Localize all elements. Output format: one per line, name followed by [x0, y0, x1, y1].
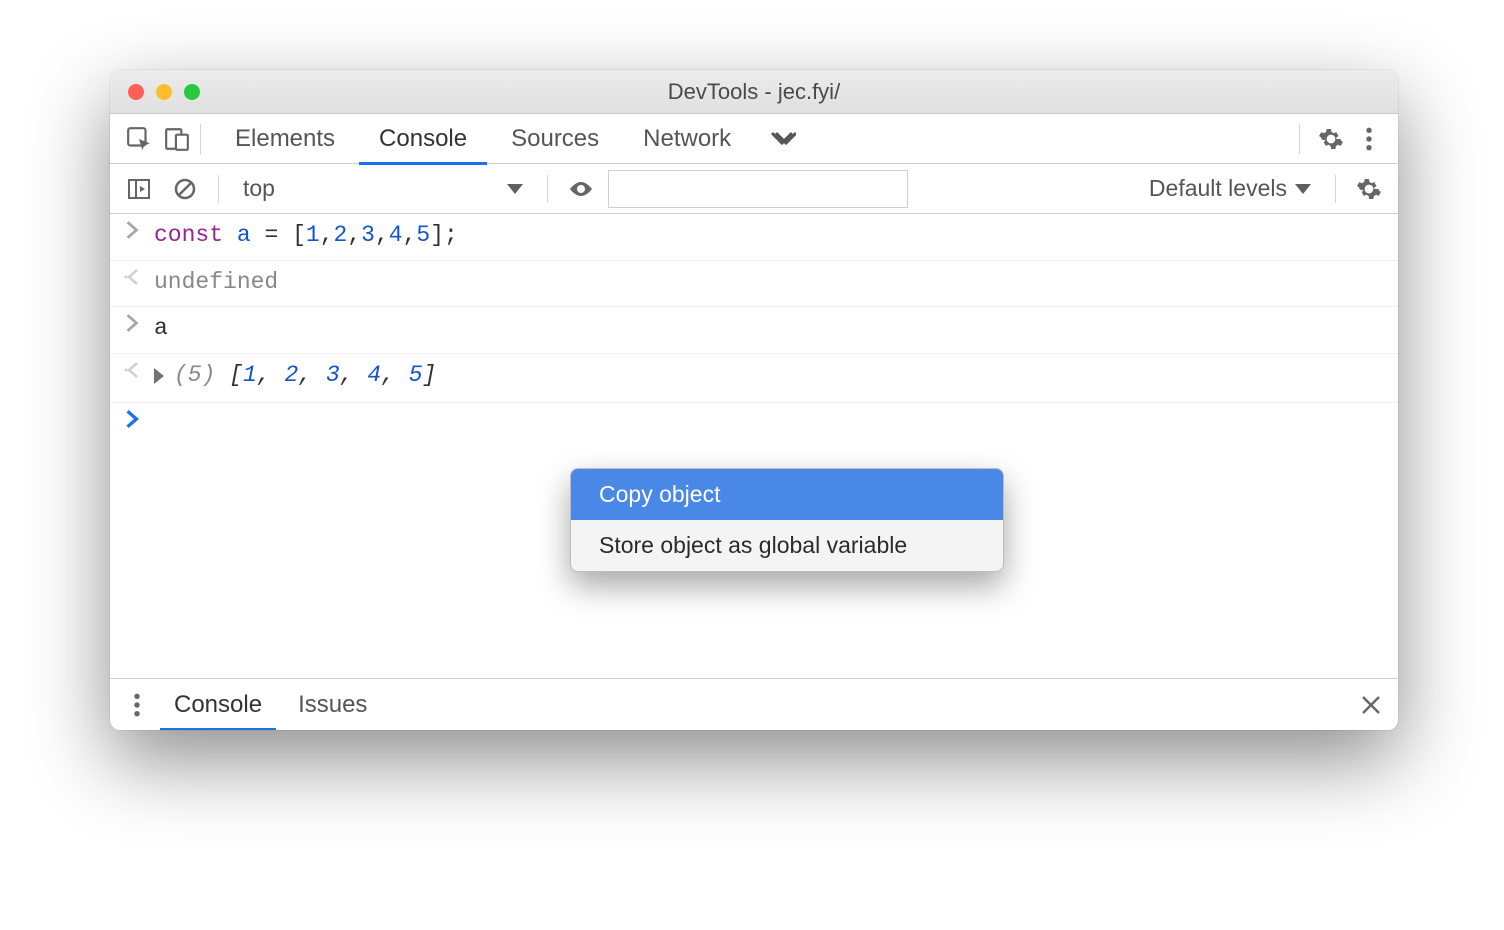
toggle-sidebar-icon[interactable]: [120, 170, 158, 208]
context-menu-item-store-global[interactable]: Store object as global variable: [571, 520, 1003, 571]
chevron-down-icon: [1295, 184, 1311, 194]
tab-network[interactable]: Network: [621, 114, 753, 164]
output-arrow-icon: [110, 358, 154, 396]
result-array[interactable]: (5) [1, 2, 3, 4, 5]: [154, 358, 1398, 396]
result-undefined: undefined: [154, 265, 1398, 301]
token-number: 4: [367, 362, 381, 388]
window-controls: [110, 84, 200, 100]
device-toolbar-icon[interactable]: [158, 120, 196, 158]
separator: [218, 175, 219, 203]
token-number: 1: [243, 362, 257, 388]
token-punct: ];: [430, 222, 458, 248]
clear-console-icon[interactable]: [166, 170, 204, 208]
console-result-row: undefined: [110, 260, 1398, 307]
tab-console[interactable]: Console: [357, 114, 489, 164]
separator: [200, 124, 201, 154]
console-settings-icon[interactable]: [1350, 170, 1388, 208]
token-number: 2: [284, 362, 298, 388]
window-title: DevTools - jec.fyi/: [110, 79, 1398, 105]
chevron-down-icon: [507, 184, 523, 194]
close-drawer-icon[interactable]: [1352, 686, 1390, 724]
context-menu-item-copy-object[interactable]: Copy object: [571, 469, 1003, 520]
token-number: 1: [306, 222, 320, 248]
token-punct: =: [251, 222, 292, 248]
tab-elements[interactable]: Elements: [213, 114, 357, 164]
execution-context-selector[interactable]: top: [233, 171, 533, 207]
code-line[interactable]: const a = [1,2,3,4,5];: [154, 218, 1398, 254]
output-arrow-icon: [110, 265, 154, 301]
code-line[interactable]: a: [154, 311, 1398, 347]
drawer-tab-issues[interactable]: Issues: [280, 679, 385, 731]
drawer-tab-console[interactable]: Console: [156, 679, 280, 731]
token-punct: ]: [423, 362, 437, 388]
more-tabs-button[interactable]: [753, 120, 813, 158]
settings-icon[interactable]: [1312, 120, 1350, 158]
token-number: 3: [361, 222, 375, 248]
token-number: 4: [389, 222, 403, 248]
prompt-chevron-icon: [110, 407, 154, 429]
token-keyword: const: [154, 222, 223, 248]
token-number: 5: [409, 362, 423, 388]
inspect-element-icon[interactable]: [120, 120, 158, 158]
token-punct: [: [292, 222, 306, 248]
log-levels-selector[interactable]: Default levels: [1139, 171, 1321, 207]
devtools-window: DevTools - jec.fyi/ Elements Console Sou…: [110, 70, 1398, 730]
token-number: 5: [416, 222, 430, 248]
token-number: 2: [334, 222, 348, 248]
console-input-row: const a = [1,2,3,4,5];: [110, 214, 1398, 260]
console-prompt-row[interactable]: [110, 402, 1398, 435]
console-result-row: (5) [1, 2, 3, 4, 5]: [110, 353, 1398, 402]
separator: [1299, 124, 1300, 154]
drawer-bar: Console Issues: [110, 678, 1398, 730]
zoom-window-button[interactable]: [184, 84, 200, 100]
token-variable: a: [237, 222, 251, 248]
minimize-window-button[interactable]: [156, 84, 172, 100]
expand-triangle-icon[interactable]: [154, 368, 164, 384]
drawer-kebab-icon[interactable]: [118, 686, 156, 724]
context-menu: Copy object Store object as global varia…: [570, 468, 1004, 572]
levels-label: Default levels: [1149, 175, 1287, 202]
token-punct: [: [215, 362, 243, 388]
separator: [547, 175, 548, 203]
console-output[interactable]: const a = [1,2,3,4,5]; undefined a: [110, 214, 1398, 678]
live-expression-icon[interactable]: [562, 170, 600, 208]
main-tabs-bar: Elements Console Sources Network: [110, 114, 1398, 164]
window-titlebar: DevTools - jec.fyi/: [110, 70, 1398, 114]
array-count: (5): [174, 362, 215, 388]
console-toolbar: top Default levels: [110, 164, 1398, 214]
input-chevron-icon: [110, 311, 154, 347]
separator: [1335, 175, 1336, 203]
token-number: 3: [326, 362, 340, 388]
input-chevron-icon: [110, 218, 154, 254]
console-input-row: a: [110, 306, 1398, 353]
tab-sources[interactable]: Sources: [489, 114, 621, 164]
prompt-input[interactable]: [154, 407, 1398, 429]
close-window-button[interactable]: [128, 84, 144, 100]
filter-input[interactable]: [608, 170, 908, 208]
kebab-menu-icon[interactable]: [1350, 120, 1388, 158]
context-label: top: [243, 175, 275, 202]
